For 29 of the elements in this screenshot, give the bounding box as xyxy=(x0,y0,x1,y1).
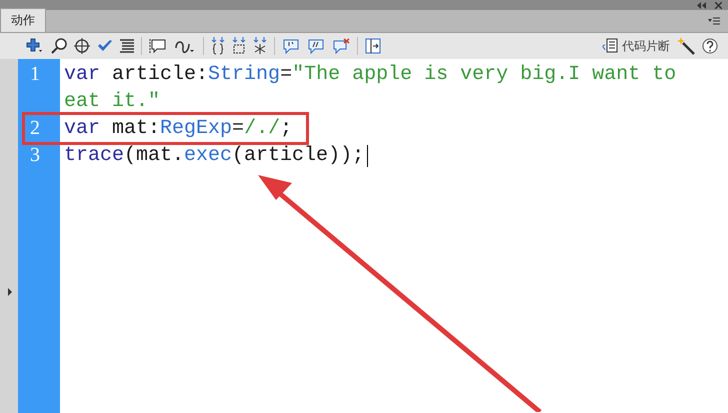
line-number: 1 xyxy=(30,63,40,85)
magic-wand-icon[interactable] xyxy=(677,37,695,55)
collapse-selection-icon[interactable] xyxy=(232,37,246,55)
braces-icon[interactable] xyxy=(211,37,225,55)
panel-tab[interactable]: 动作 xyxy=(0,8,46,32)
code-snippets-button[interactable]: 代码片断 xyxy=(622,38,670,54)
help-icon[interactable] xyxy=(702,38,718,54)
code-line: eat it." xyxy=(64,90,160,113)
remove-comment-icon[interactable] xyxy=(332,38,350,54)
comment-box-icon[interactable] xyxy=(149,38,167,54)
block-comment-icon[interactable] xyxy=(282,38,300,54)
snippets-icon[interactable] xyxy=(602,38,618,54)
line-number: 3 xyxy=(30,144,40,166)
code-line: var mat:RegExp=/./; xyxy=(64,117,292,140)
line-number: 2 xyxy=(30,117,40,139)
code-line: var article:String="The apple is very big.I want to xyxy=(64,63,676,86)
search-icon[interactable] xyxy=(51,38,67,54)
line-comment-icon[interactable] xyxy=(307,38,325,54)
text-cursor xyxy=(367,144,368,166)
add-icon[interactable] xyxy=(26,38,44,54)
expand-arrow-icon[interactable] xyxy=(7,287,13,297)
crosshair-icon[interactable] xyxy=(74,38,90,54)
checkmark-icon[interactable] xyxy=(97,39,113,53)
panel-toggle-icon[interactable] xyxy=(365,38,381,54)
panel-menu-icon[interactable] xyxy=(708,17,720,25)
code-line: trace(mat.exec(article)); xyxy=(64,144,364,167)
expand-all-icon[interactable] xyxy=(253,37,267,55)
close-icon[interactable] xyxy=(715,2,722,8)
lines-icon[interactable] xyxy=(120,38,134,54)
